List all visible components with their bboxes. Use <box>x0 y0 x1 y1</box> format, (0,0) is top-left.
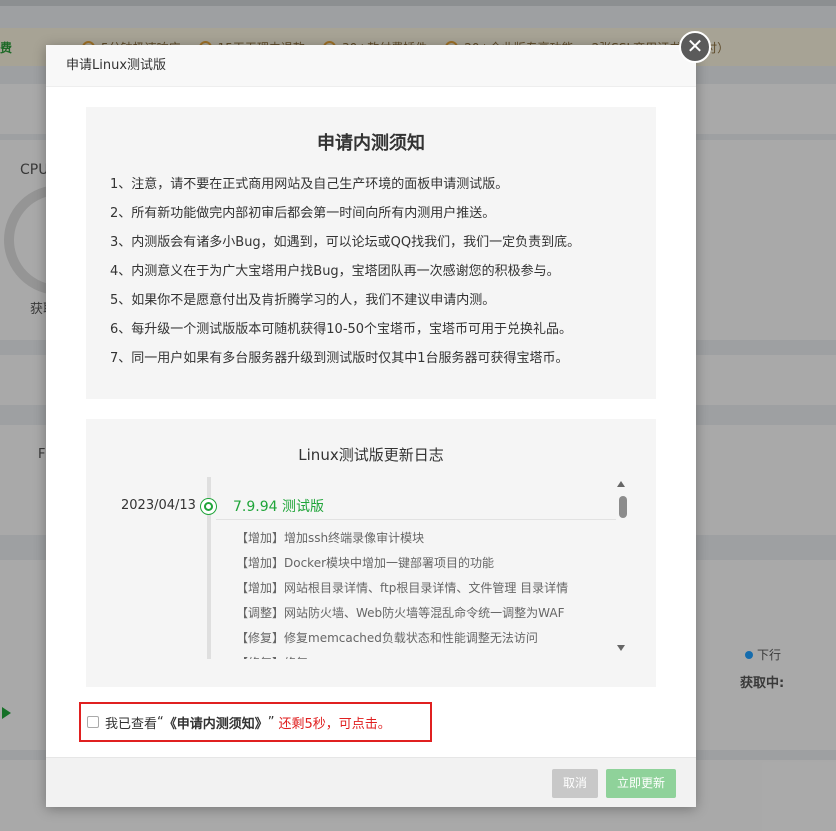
dialog-title: 申请Linux测试版 <box>66 58 167 73</box>
close-icon[interactable]: ✕ <box>679 31 711 63</box>
dialog-header: 申请Linux测试版 <box>46 45 696 87</box>
notice-item: 2、所有新功能做完内部初审后都会第一时间向所有内测用户推送。 <box>110 206 496 221</box>
changelog-item: 【调整】网站防火墙、Web防火墙等混乱命令统一调整为WAF <box>236 606 565 620</box>
timeline-dot-icon <box>201 499 216 514</box>
beta-notice-box: 申请内测须知 1、注意，请不要在正式商用网站及自己生产环境的面板申请测试版。 2… <box>86 107 656 399</box>
changelog-divider <box>216 519 616 520</box>
scroll-up-arrow-icon[interactable] <box>617 481 625 487</box>
scroll-down-arrow-icon[interactable] <box>617 645 625 651</box>
changelog-item: 【增加】网站根目录详情、ftp根目录详情、文件管理 目录详情 <box>236 581 569 595</box>
update-now-button[interactable]: 立即更新 <box>606 769 676 798</box>
notice-item: 4、内测意义在于为广大宝塔用户找Bug，宝塔团队再一次感谢您的积极参与。 <box>110 264 560 279</box>
notice-item: 7、同一用户如果有多台服务器升级到测试版时仅其中1台服务器可获得宝塔币。 <box>110 351 569 366</box>
dialog-footer: 取消 立即更新 <box>46 757 696 807</box>
notice-item: 3、内测版会有诸多小Bug，如遇到，可以论坛或QQ找我们，我们一定负责到底。 <box>110 235 581 250</box>
confirm-prefix: 我已查看 <box>105 716 158 732</box>
scrollbar-thumb[interactable] <box>619 496 627 518</box>
changelog-item: 【增加】增加ssh终端录像审计模块 <box>236 531 425 545</box>
apply-beta-dialog: 申请Linux测试版 ✕ 申请内测须知 1、注意，请不要在正式商用网站及自己生产… <box>46 31 711 807</box>
changelog-item: 【增加】Docker模块中增加一键部署项目的功能 <box>236 556 495 570</box>
notice-item: 5、如果你不是愿意付出及肯折腾学习的人，我们不建议申请内测。 <box>110 293 496 308</box>
changelog-box: Linux测试版更新日志 2023/04/13 7.9.94 测试版 【增加】增… <box>86 419 656 687</box>
changelog-item: 【修复】修复memcached负载状态和性能调整无法访问 <box>236 631 538 645</box>
confirm-checkbox[interactable] <box>87 716 99 728</box>
changelog-list[interactable]: 【增加】增加ssh终端录像审计模块 【增加】Docker模块中增加一键部署项目的… <box>236 526 616 659</box>
changelog-item: 【修复】修复... <box>236 651 616 659</box>
notice-title: 申请内测须知 <box>317 133 425 154</box>
changelog-title: Linux测试版更新日志 <box>298 446 444 464</box>
changelog-version: 7.9.94 测试版 <box>233 499 324 515</box>
notice-item: 1、注意，请不要在正式商用网站及自己生产环境的面板申请测试版。 <box>110 177 509 192</box>
confirm-close-quote: ” <box>267 714 275 730</box>
notice-list: 1、注意，请不要在正式商用网站及自己生产环境的面板申请测试版。 2、所有新功能做… <box>110 170 632 373</box>
confirm-open-quote: “ <box>157 714 164 730</box>
cancel-button[interactable]: 取消 <box>552 769 598 798</box>
confirm-read-row: 我已查看 “ 《申请内测须知》 ” 还剩5秒，可点击。 <box>79 702 432 742</box>
changelog-date: 2023/04/13 <box>121 498 196 513</box>
confirm-doc-link[interactable]: 《申请内测须知》 <box>164 713 268 732</box>
notice-item: 6、每升级一个测试版版本可随机获得10-50个宝塔币，宝塔币可用于兑换礼品。 <box>110 322 573 337</box>
confirm-countdown: 还剩5秒，可点击。 <box>278 716 391 732</box>
